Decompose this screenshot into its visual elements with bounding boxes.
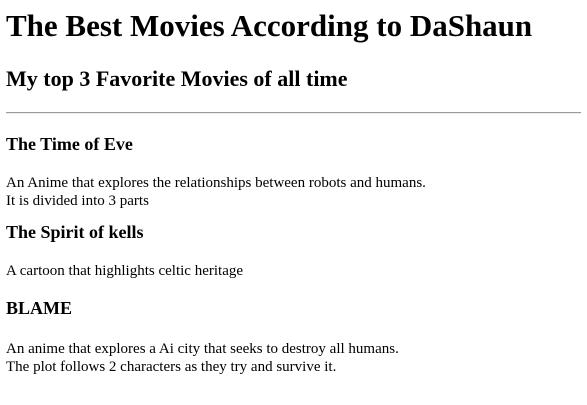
movie-description-line: The plot follows 2 characters as they tr… [6,359,337,375]
movie-description: A cartoon that highlights celtic heritag… [6,262,581,280]
divider [6,112,581,114]
page-subtitle: My top 3 Favorite Movies of all time [6,66,348,91]
movie-description: An Anime that explores the relationships… [6,174,581,210]
movie-description: An anime that explores a Ai city that se… [6,340,581,376]
movie-item-time-of-eve: The Time of Eve An Anime that explores t… [6,134,581,210]
movie-description-line: A cartoon that highlights celtic heritag… [6,263,244,279]
movie-description-line: It is divided into 3 parts [6,193,149,209]
page-content: The Best Movies According to DaShaun My … [0,8,587,376]
movie-item-spirit-of-kells: The Spirit of kells A cartoon that highl… [6,222,581,280]
movie-title: The Spirit of kells [6,222,144,242]
movie-description-line: An Anime that explores the relationships… [6,175,426,191]
page-title: The Best Movies According to DaShaun [6,8,533,43]
movie-description-line: An anime that explores a Ai city that se… [6,341,399,357]
movie-title: The Time of Eve [6,134,133,154]
movie-title: BLAME [6,298,73,318]
movie-item-blame: BLAME An anime that explores a Ai city t… [6,298,581,376]
